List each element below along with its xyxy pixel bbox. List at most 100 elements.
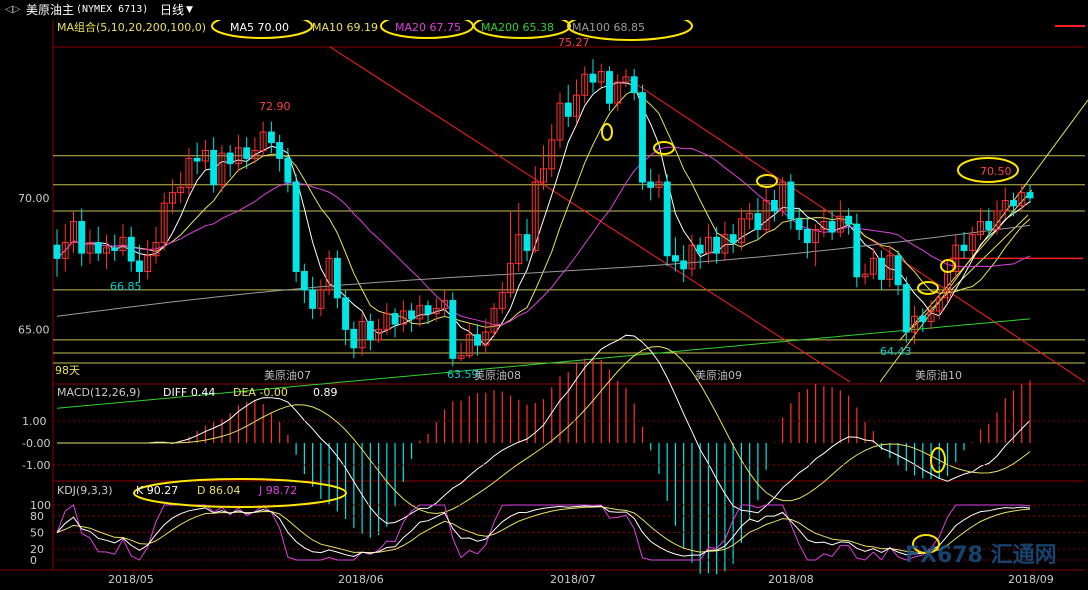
- kdj-name[interactable]: KDJ(9,3,3): [57, 484, 113, 497]
- x-tick-label: 2018/09: [1008, 573, 1054, 586]
- candle-body: [638, 92, 646, 183]
- high-label-3: 70.50: [980, 165, 1012, 178]
- low-label-1: 66.85: [110, 280, 142, 293]
- candle-body: [754, 213, 762, 230]
- kdj-tick-label: 80: [30, 510, 44, 523]
- price-tick-label: 70.00: [18, 192, 50, 205]
- kdj-j-value: J 98.72: [258, 484, 297, 497]
- candle-body: [284, 157, 292, 183]
- x-tick-label: 2018/05: [108, 573, 154, 586]
- kdj-d-value: D 86.04: [197, 484, 240, 497]
- ma5-line: [56, 82, 1031, 346]
- candle-body: [276, 142, 284, 159]
- exchange-code: (NYMEX 6713): [76, 4, 149, 15]
- ma20-value: MA20 67.75: [395, 21, 461, 34]
- macd-dea-value: DEA -0.00: [233, 386, 288, 399]
- contract-label-10: 美原油10: [915, 368, 962, 382]
- candle-body: [292, 181, 300, 273]
- price-tick-label: 65.00: [18, 323, 50, 336]
- macd-tick-label: 1.00: [22, 415, 47, 428]
- candle-body: [1026, 192, 1034, 199]
- ma100-value: MA100 68.85: [572, 21, 645, 34]
- candle-body: [408, 310, 416, 320]
- trend-lines: [329, 46, 1088, 383]
- candle-body: [333, 257, 341, 299]
- candle-body: [787, 181, 795, 220]
- candle-body: [366, 320, 374, 341]
- high-label-1: 72.90: [259, 100, 291, 113]
- candle-body: [300, 271, 308, 291]
- macd-name[interactable]: MACD(12,26,9): [57, 386, 141, 399]
- candle-body: [474, 334, 482, 346]
- candle-body: [589, 73, 597, 83]
- candle-body: [960, 244, 968, 251]
- days-label: 98天: [55, 364, 80, 377]
- ma-group-label[interactable]: MA组合(5,10,20,200,100,0): [57, 20, 206, 34]
- candle-body: [111, 247, 119, 251]
- candle-body: [985, 221, 993, 230]
- candle-body: [680, 260, 688, 270]
- kdj-tick-label: 50: [30, 527, 44, 540]
- candle-body: [135, 260, 143, 273]
- symbol-name: 美原油主: [26, 3, 75, 17]
- candle-body: [1010, 199, 1017, 207]
- candle-body: [729, 234, 737, 244]
- candle-body: [342, 297, 350, 330]
- kdj-k-value: K 90.27: [136, 484, 178, 497]
- macd-tick-label: -1.00: [22, 459, 50, 472]
- ma10-value: MA10 69.19: [312, 21, 378, 34]
- low-label-3: 64.43: [880, 345, 912, 358]
- x-tick-label: 2018/07: [550, 573, 596, 586]
- candle-body: [523, 234, 531, 251]
- ma200-value: MA200 65.38: [481, 21, 554, 34]
- contract-label-07: 美原油07: [264, 368, 311, 382]
- candle-body: [226, 152, 234, 165]
- candle-body: [803, 228, 811, 244]
- macd-macd-value: 0.89: [313, 386, 338, 399]
- candle-body: [53, 244, 61, 259]
- period-selector[interactable]: 日线: [160, 0, 184, 20]
- candle-body: [424, 305, 432, 315]
- candle-body: [127, 236, 135, 262]
- candle-body: [605, 71, 613, 104]
- candle-body: [267, 131, 275, 144]
- contract-label-09: 美原油09: [695, 368, 742, 382]
- candle-body: [828, 221, 836, 233]
- candle-body: [902, 284, 910, 333]
- title-bar: ◁▷ 美原油主 (NYMEX 6713) 日线 ▼: [0, 0, 1088, 20]
- candlestick-chart: 70.0065.001.00-1.00-0.0010080502002018/0…: [0, 11, 1088, 586]
- candle-body: [795, 218, 803, 230]
- candle-body: [391, 313, 399, 325]
- macd-diff-value: DIFF 0.44: [163, 386, 215, 399]
- candle-body: [94, 242, 102, 254]
- candle-body: [630, 76, 638, 94]
- candle-body: [309, 289, 317, 309]
- candle-body: [647, 181, 655, 188]
- candle-body: [919, 315, 927, 322]
- highlight-ellipse: [756, 174, 778, 188]
- candle-body: [671, 255, 679, 262]
- support-resistance-lines: [53, 155, 1085, 364]
- ma5-value: MA5 70.00: [230, 21, 289, 34]
- candle-body: [713, 236, 721, 254]
- candle-body: [449, 299, 457, 359]
- candle-body: [894, 255, 902, 286]
- candle-body: [210, 149, 218, 186]
- macd-tick-label: -0.00: [22, 437, 50, 450]
- highlight-ellipse: [601, 123, 613, 141]
- candle-body: [243, 147, 251, 159]
- candle-body: [350, 328, 358, 349]
- channel-line-upper: [329, 46, 851, 383]
- chevron-down-icon[interactable]: ▼: [186, 0, 193, 20]
- candle-body: [564, 102, 572, 117]
- candle-body: [696, 244, 704, 254]
- arrows-icon[interactable]: ◁▷: [5, 0, 20, 20]
- contract-label-08: 美原油08: [474, 368, 521, 382]
- moving-average-lines: [56, 82, 1031, 409]
- high-label-2: 75.27: [558, 36, 590, 49]
- candle-body: [193, 157, 201, 162]
- watermark-logo: FX678 汇通网: [905, 543, 1057, 568]
- candle-body: [770, 199, 778, 212]
- x-tick-label: 2018/08: [768, 573, 814, 586]
- candle-body: [663, 181, 671, 257]
